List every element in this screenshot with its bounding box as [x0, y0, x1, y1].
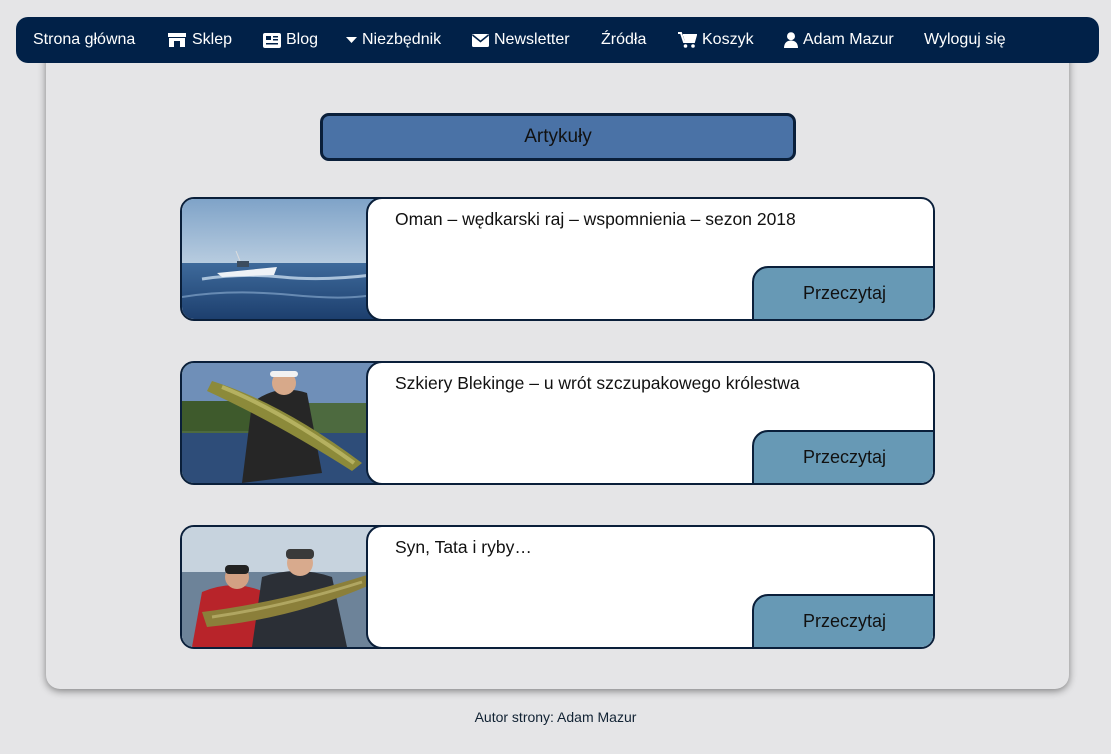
- nav-newsletter[interactable]: Newsletter: [472, 17, 570, 63]
- nav-blog[interactable]: Blog: [263, 17, 318, 63]
- article-title-3: Syn, Tata i ryby…: [395, 537, 532, 557]
- store-icon: [168, 33, 186, 47]
- envelope-icon: [472, 33, 489, 47]
- nav-blog-label: Blog: [286, 31, 319, 48]
- angler-with-pike-image: [182, 363, 382, 483]
- article-title-1: Oman – wędkarski raj – wspomnienia – sez…: [395, 209, 796, 229]
- read-button-label-3: Przeczytaj: [802, 611, 887, 631]
- nav-user-label: Adam Mazur: [803, 31, 894, 48]
- read-button-label-2: Przeczytaj: [802, 447, 887, 467]
- nav-essentials-label: Niezbędnik: [362, 31, 442, 48]
- father-son-pike-image: [182, 527, 382, 647]
- nav-sources-label: Źródła: [601, 31, 647, 48]
- nav-cart[interactable]: Koszyk: [678, 17, 754, 63]
- nav-shop[interactable]: Sklep: [167, 17, 232, 63]
- nav-logout-label: Wyloguj się: [924, 31, 1006, 48]
- nav-newsletter-label: Newsletter: [494, 31, 570, 48]
- article-card-2: Szkiery Blekinge – u wrót szczupakowego …: [180, 361, 935, 485]
- user-icon: [784, 32, 798, 48]
- article-title-2: Szkiery Blekinge – u wrót szczupakowego …: [395, 373, 800, 393]
- page-heading: Artykuły: [320, 113, 796, 161]
- article-content-2: Szkiery Blekinge – u wrót szczupakowego …: [366, 363, 933, 483]
- read-button-2[interactable]: Przeczytaj: [752, 430, 933, 483]
- read-button-label-1: Przeczytaj: [802, 283, 887, 303]
- article-card-1: Oman – wędkarski raj – wspomnienia – sez…: [180, 197, 935, 321]
- article-content-1: Oman – wędkarski raj – wspomnienia – sez…: [366, 199, 933, 319]
- nav-shop-label: Sklep: [192, 31, 233, 48]
- read-button-3[interactable]: Przeczytaj: [752, 594, 933, 647]
- nav-user[interactable]: Adam Mazur: [784, 17, 894, 63]
- read-button-1[interactable]: Przeczytaj: [752, 266, 933, 319]
- page-heading-label: Artykuły: [524, 126, 592, 147]
- footer-author: Autor strony: Adam Mazur: [474, 709, 637, 725]
- top-navbar: Strona główna Sklep Blog Niezbędnik News…: [16, 17, 1099, 63]
- shopping-cart-icon: [678, 32, 697, 48]
- article-content-3: Syn, Tata i ryby… Przeczytaj: [366, 527, 933, 647]
- nav-home[interactable]: Strona główna: [33, 17, 135, 63]
- newspaper-icon: [263, 32, 281, 48]
- article-card-3: Syn, Tata i ryby… Przeczytaj: [180, 525, 935, 649]
- caret-down-icon: [346, 37, 357, 43]
- nav-sources[interactable]: Źródła: [601, 17, 646, 63]
- nav-essentials[interactable]: Niezbędnik: [346, 17, 441, 63]
- article-thumbnail-2: [182, 363, 382, 483]
- nav-logout[interactable]: Wyloguj się: [924, 17, 1006, 63]
- nav-cart-label: Koszyk: [702, 31, 754, 48]
- nav-home-label: Strona główna: [33, 31, 136, 48]
- page-footer: Autor strony: Adam Mazur: [0, 709, 1111, 725]
- article-thumbnail-3: [182, 527, 382, 647]
- article-thumbnail-1: [182, 199, 382, 319]
- boat-at-sea-image: [182, 199, 382, 319]
